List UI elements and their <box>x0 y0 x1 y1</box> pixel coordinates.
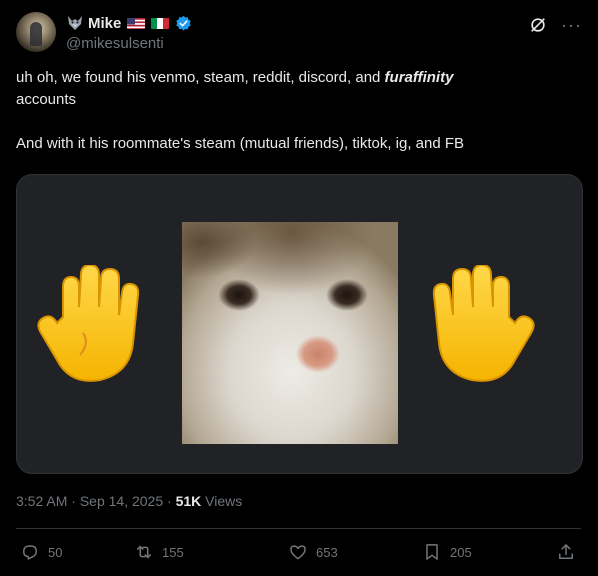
repost-count: 155 <box>162 544 184 560</box>
reply-icon <box>23 545 37 560</box>
reply-count: 50 <box>48 544 63 560</box>
author-display-name[interactable]: Mike <box>88 15 121 32</box>
us-flag-icon <box>127 17 146 29</box>
raised-hand-icon <box>432 265 535 382</box>
views-label: Views <box>201 493 243 509</box>
italy-flag-icon <box>151 17 170 29</box>
tweet-emphasis: furaffinity <box>384 69 454 86</box>
bookmark-icon <box>426 544 438 560</box>
tweet-header: Mike @mikesulsenti ··· <box>16 12 586 56</box>
header-actions: ··· <box>529 16 582 34</box>
tweet-time[interactable]: 3:52 AM <box>16 493 67 509</box>
verified-badge-icon[interactable] <box>175 15 192 32</box>
grok-icon[interactable] <box>529 16 547 34</box>
cat-image <box>182 222 398 444</box>
views-count: 51K <box>175 493 202 509</box>
meta-separator: · <box>67 493 80 509</box>
repost-icon <box>137 545 151 559</box>
like-button[interactable]: 653 <box>288 540 338 564</box>
avatar[interactable] <box>16 12 56 52</box>
author-name-row: Mike <box>66 13 192 33</box>
tweet-meta: 3:52 AM · Sep 14, 2025 · 51K Views <box>16 493 242 509</box>
bookmark-count: 205 <box>450 544 472 560</box>
tweet-line-2: And with it his roommate's steam (mutual… <box>16 135 465 152</box>
tweet-date[interactable]: Sep 14, 2025 <box>80 493 163 509</box>
tweet-media[interactable] <box>16 174 583 474</box>
like-count: 653 <box>316 544 338 560</box>
raised-hand-icon <box>37 265 140 382</box>
reply-button[interactable]: 50 <box>20 540 62 564</box>
meta-separator: · <box>163 493 176 509</box>
tweet-line-1-cont: accounts <box>16 91 77 108</box>
author-handle[interactable]: @mikesulsenti <box>66 35 164 52</box>
share-icon <box>559 544 573 559</box>
more-options-icon[interactable]: ··· <box>561 16 582 34</box>
tweet-actions: 50 155 653 205 <box>16 540 581 566</box>
bookmark-button[interactable]: 205 <box>422 540 472 564</box>
tweet-text: uh oh, we found his venmo, steam, reddit… <box>16 67 576 155</box>
divider <box>16 528 581 529</box>
wolf-icon <box>66 15 84 31</box>
repost-button[interactable]: 155 <box>134 540 184 564</box>
tweet-line-1-text: uh oh, we found his venmo, steam, reddit… <box>16 69 385 86</box>
tweet-line-1: uh oh, we found his venmo, steam, reddit… <box>16 67 576 89</box>
heart-icon <box>290 545 306 560</box>
share-button[interactable] <box>556 540 576 564</box>
